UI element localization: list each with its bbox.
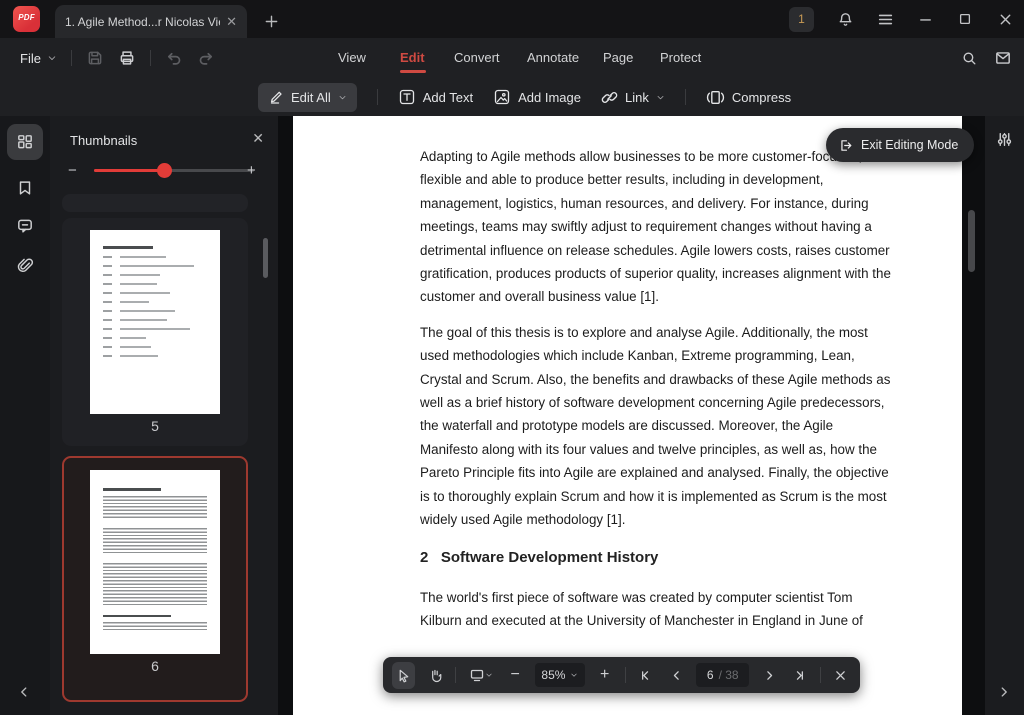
page-number-input[interactable]: 6 / 38 [696, 663, 749, 687]
properties-sliders-icon[interactable] [996, 131, 1013, 148]
thumb-zoom-out-button[interactable]: − [68, 162, 77, 179]
close-view-toolbar-button[interactable] [831, 663, 851, 687]
comments-panel-icon[interactable] [16, 217, 34, 235]
main-menu-icon[interactable] [876, 10, 894, 28]
compress-icon [706, 88, 725, 107]
nav-view[interactable]: View [338, 50, 366, 65]
thumbnail-partial[interactable] [62, 194, 248, 212]
thumbnails-panel-icon[interactable] [16, 133, 34, 151]
document-viewport: Adapting to Agile methods allow business… [278, 116, 985, 715]
previous-page-button[interactable] [666, 663, 686, 687]
bookmarks-panel-icon[interactable] [16, 179, 34, 197]
exit-icon [838, 138, 853, 153]
thumb-size-slider[interactable] [94, 169, 254, 172]
expand-right-panel-chevron[interactable] [997, 685, 1011, 699]
mail-icon[interactable] [994, 49, 1012, 67]
search-icon[interactable] [961, 50, 978, 67]
page-number-label: 5 [62, 418, 248, 434]
nav-convert[interactable]: Convert [454, 50, 500, 65]
minimize-button[interactable] [916, 10, 934, 28]
redo-icon[interactable] [197, 49, 215, 67]
view-toolbar: − 85% + 6 / 38 [383, 657, 860, 693]
add-image-button[interactable]: Add Image [493, 88, 581, 106]
left-sidebar [0, 116, 50, 715]
edit-all-button[interactable]: Edit All [258, 83, 357, 112]
tab-title: 1. Agile Method...r Nicolas Viera [65, 15, 220, 29]
notification-count-badge[interactable]: 1 [789, 7, 814, 32]
thumbnails-panel: Thumbnails ✕ − + 5 [50, 116, 278, 715]
document-page[interactable]: Adapting to Agile methods allow business… [293, 116, 962, 715]
thumbnail-page-5-preview [90, 230, 220, 414]
image-icon [493, 88, 511, 106]
collapse-left-panel-chevron[interactable] [17, 685, 31, 699]
close-thumbnails-icon[interactable]: ✕ [252, 130, 264, 147]
paragraph-3[interactable]: The world's first piece of software was … [420, 586, 920, 633]
maximize-button[interactable] [956, 10, 974, 28]
exit-editing-mode-button[interactable]: Exit Editing Mode [826, 128, 974, 162]
paragraph-2[interactable]: The goal of this thesis is to explore an… [420, 321, 920, 532]
document-tab[interactable]: 1. Agile Method...r Nicolas Viera ✕ [55, 5, 247, 38]
active-tab-underline [400, 70, 426, 73]
nav-annotate[interactable]: Annotate [527, 50, 579, 65]
thumb-size-slider-knob[interactable] [157, 163, 172, 178]
hand-tool-button[interactable] [425, 663, 445, 687]
app-logo-icon[interactable]: PDF [13, 6, 40, 32]
zoom-in-button[interactable]: + [595, 663, 615, 687]
display-icon [469, 667, 485, 683]
link-icon [601, 89, 618, 106]
last-page-button[interactable] [789, 663, 809, 687]
add-text-button[interactable]: Add Text [398, 88, 473, 106]
document-scrollbar[interactable] [968, 210, 975, 272]
paragraph-1[interactable]: Adapting to Agile methods allow business… [420, 145, 920, 309]
thumb-zoom-in-button[interactable]: + [247, 162, 256, 179]
nav-page[interactable]: Page [603, 50, 633, 65]
select-tool-button[interactable] [392, 662, 415, 689]
attachments-panel-icon[interactable] [16, 256, 34, 274]
nav-edit[interactable]: Edit [400, 50, 425, 65]
thumbnails-panel-title: Thumbnails [70, 133, 137, 148]
link-button[interactable]: Link [601, 89, 665, 106]
zoom-level-select[interactable]: 85% [535, 663, 584, 687]
text-icon [398, 88, 416, 106]
thumbnail-page-6[interactable]: 6 [62, 456, 248, 702]
tab-close-icon[interactable]: ✕ [226, 14, 237, 30]
new-tab-button[interactable] [259, 9, 283, 33]
thumbnails-scrollbar[interactable] [263, 238, 268, 278]
section-heading[interactable]: 2 Software Development History [420, 546, 920, 569]
pdf-editor-window: PDF 1. Agile Method...r Nicolas Viera ✕ … [0, 0, 1024, 715]
compress-button[interactable]: Compress [706, 88, 791, 107]
close-window-button[interactable] [996, 10, 1014, 28]
hand-icon [428, 668, 443, 683]
pencil-icon [268, 89, 284, 105]
edit-toolbar: Edit All Add Text Add Image Link Compres… [0, 78, 1024, 116]
print-icon[interactable] [118, 49, 136, 67]
file-menu[interactable]: File [20, 51, 57, 66]
zoom-out-button[interactable]: − [505, 663, 525, 687]
nav-protect[interactable]: Protect [660, 50, 701, 65]
menu-bar: File View Edit Convert [0, 38, 1024, 78]
next-page-button[interactable] [759, 663, 779, 687]
bell-icon[interactable] [836, 10, 854, 28]
first-page-button[interactable] [636, 663, 656, 687]
right-sidebar [985, 116, 1024, 715]
cursor-icon [396, 668, 411, 683]
thumbnail-page-5[interactable]: 5 [62, 218, 248, 446]
undo-icon[interactable] [165, 49, 183, 67]
page-display-button[interactable] [466, 663, 495, 687]
title-bar: PDF 1. Agile Method...r Nicolas Viera ✕ … [0, 0, 1024, 38]
document-text[interactable]: Adapting to Agile methods allow business… [420, 145, 920, 645]
save-icon[interactable] [86, 49, 104, 67]
page-number-label: 6 [64, 658, 246, 674]
thumbnail-page-6-preview [90, 470, 220, 654]
